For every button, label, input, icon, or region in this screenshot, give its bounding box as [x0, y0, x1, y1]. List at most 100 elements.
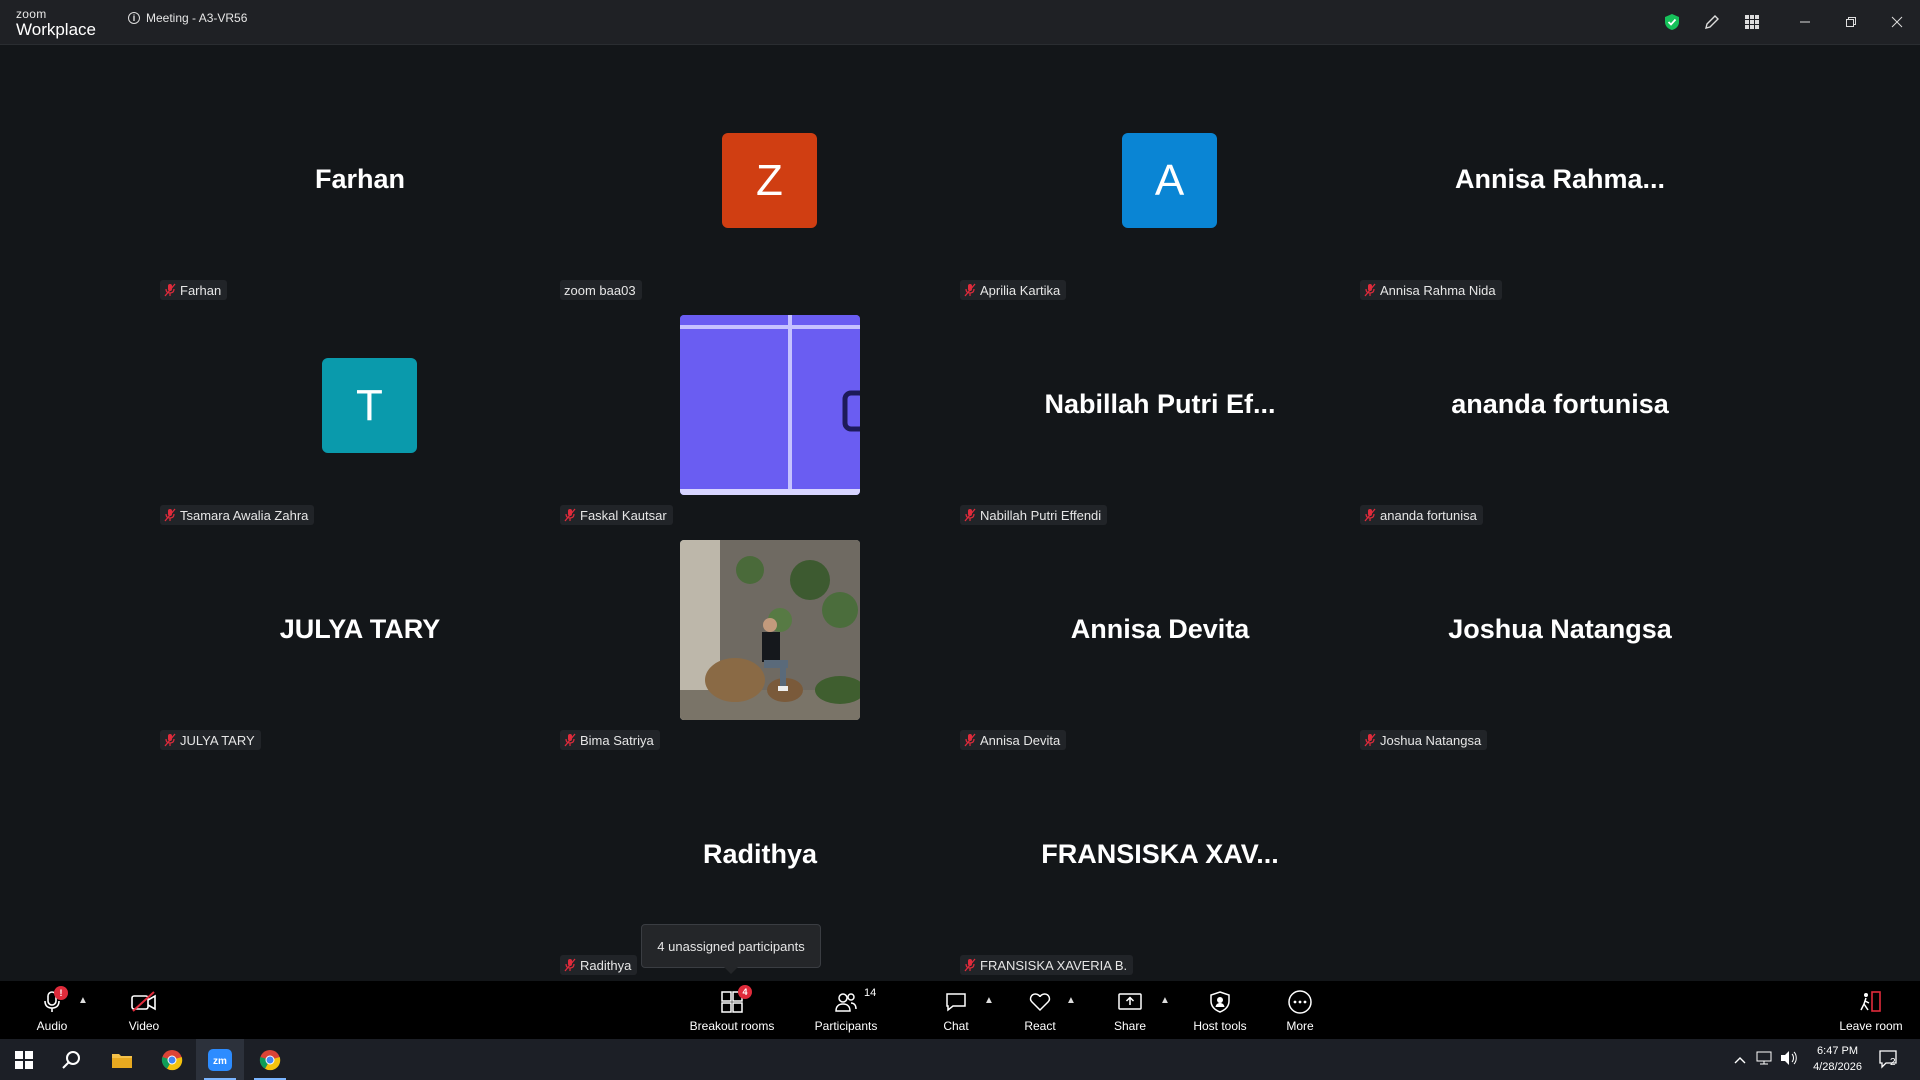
avatar: A — [1122, 133, 1217, 228]
logo-small-text: zoom — [16, 7, 47, 21]
clock-date: 4/28/2026 — [1813, 1061, 1862, 1073]
leave-room-icon — [1857, 989, 1885, 1015]
participant-label-text: Joshua Natangsa — [1380, 732, 1482, 748]
avatar: T — [322, 358, 417, 453]
restore-icon[interactable] — [1828, 0, 1874, 44]
participants-count: 14 — [864, 987, 877, 999]
share-options-caret-icon[interactable]: ▲ — [1160, 995, 1170, 1006]
meeting-info[interactable]: i Meeting - A3-VR56 — [128, 11, 247, 25]
chat-label: Chat — [943, 1019, 969, 1033]
avatar: Z — [722, 133, 817, 228]
participant-display-name: Nabillah Putri Ef... — [1044, 389, 1276, 419]
mic-muted-icon — [564, 958, 576, 972]
volume-icon[interactable] — [1780, 1050, 1798, 1071]
host-tools-shield-icon — [1206, 989, 1234, 1015]
participant-display-name: FRANSISKA XAV... — [1041, 839, 1279, 869]
audio-button[interactable]: ! Audio — [30, 981, 74, 1039]
participant-display-name: ananda fortunisa — [1451, 389, 1669, 419]
participant-display-name: JULYA TARY — [279, 614, 441, 644]
notification-count: 2 — [1890, 1057, 1896, 1068]
file-explorer-icon[interactable] — [98, 1039, 146, 1080]
participant-tile[interactable]: Annisa Rahma... Annisa Rahma Nida — [1360, 68, 1760, 300]
participants-button[interactable]: 14 Participants — [810, 981, 882, 1039]
participant-tile[interactable]: ananda fortunisa ananda fortunisa — [1360, 293, 1760, 525]
clock-time: 6:47 PM — [1817, 1045, 1859, 1057]
windows-start-icon[interactable] — [0, 1039, 48, 1080]
video-button[interactable]: Video — [122, 981, 166, 1039]
participant-label: JULYA TARY — [160, 730, 261, 750]
chrome-icon[interactable] — [148, 1039, 196, 1080]
heart-icon — [1026, 989, 1054, 1015]
meeting-title: Meeting - A3-VR56 — [146, 11, 248, 25]
participant-display-name: Farhan — [314, 164, 406, 194]
search-icon[interactable] — [48, 1039, 96, 1080]
leave-room-label: Leave room — [1839, 1019, 1903, 1033]
participant-video-purple — [680, 315, 860, 495]
apps-grid-icon[interactable] — [1732, 0, 1772, 44]
info-icon: i — [128, 12, 140, 24]
participant-tile[interactable]: T Tsamara Awalia Zahra — [160, 293, 560, 525]
more-label: More — [1286, 1019, 1314, 1033]
participant-label-text: JULYA TARY — [180, 732, 255, 748]
leave-room-button[interactable]: Leave room — [1836, 981, 1906, 1039]
security-shield-icon[interactable] — [1652, 0, 1692, 44]
participant-tile[interactable]: Bima Satriya — [560, 518, 960, 750]
breakout-label: Breakout rooms — [689, 1019, 775, 1033]
audio-warning-badge: ! — [54, 986, 68, 1000]
more-button[interactable]: More — [1280, 981, 1320, 1039]
participant-tile[interactable]: Joshua Natangsa Joshua Natangsa — [1360, 518, 1760, 750]
close-icon[interactable] — [1874, 0, 1920, 44]
more-dots-icon — [1286, 989, 1314, 1015]
windows-taskbar: zm 6:47 PM 4/28/2026 2 — [0, 1039, 1920, 1080]
participant-tile[interactable]: Faskal Kautsar — [560, 293, 960, 525]
participants-icon: 14 — [832, 987, 876, 1015]
participant-display-name: Annisa Rahma... — [1454, 164, 1666, 194]
chrome-profile-icon[interactable] — [246, 1039, 294, 1080]
chat-icon — [942, 989, 970, 1015]
participants-label: Participants — [814, 1019, 878, 1033]
minimize-icon[interactable] — [1782, 0, 1828, 44]
breakout-rooms-button[interactable]: 4 Breakout rooms — [684, 981, 780, 1039]
react-button[interactable]: React — [1020, 981, 1060, 1039]
participant-video-photo — [680, 540, 860, 720]
mic-muted-icon — [964, 958, 976, 972]
participant-tile[interactable]: A Aprilia Kartika — [960, 68, 1360, 300]
audio-label: Audio — [36, 1019, 68, 1033]
tooltip-arrow — [724, 967, 738, 974]
participant-tile[interactable]: JULYA TARY JULYA TARY — [160, 518, 560, 750]
zoom-logo: zoom Workplace — [16, 8, 96, 38]
zoom-taskbar-icon[interactable]: zm — [196, 1039, 244, 1080]
meeting-toolbar: ! Audio ▲ Video 4 Breakout rooms 14 Part… — [0, 981, 1920, 1039]
network-icon[interactable] — [1756, 1051, 1772, 1070]
microphone-icon: ! — [38, 986, 68, 1015]
chat-options-caret-icon[interactable]: ▲ — [984, 995, 994, 1006]
mic-muted-icon — [1364, 733, 1376, 747]
participant-tile[interactable]: FRANSISKA XAV... FRANSISKA XAVERIA B. — [960, 743, 1360, 975]
audio-options-caret-icon[interactable]: ▲ — [78, 995, 88, 1006]
host-tools-button[interactable]: Host tools — [1190, 981, 1250, 1039]
video-off-icon — [130, 989, 158, 1015]
participant-tile[interactable]: Annisa Devita Annisa Devita — [960, 518, 1360, 750]
breakout-rooms-icon: 4 — [718, 985, 752, 1015]
annotate-pencil-icon[interactable] — [1692, 0, 1732, 44]
participant-tile[interactable]: Nabillah Putri Ef... Nabillah Putri Effe… — [960, 293, 1360, 525]
react-label: React — [1024, 1019, 1056, 1033]
participant-tile[interactable]: Z zoom baa03 — [560, 68, 960, 300]
participant-tile[interactable]: Farhan Farhan — [160, 68, 560, 300]
react-options-caret-icon[interactable]: ▲ — [1066, 995, 1076, 1006]
tray-chevron-icon[interactable] — [1734, 1052, 1746, 1070]
share-button[interactable]: Share — [1110, 981, 1150, 1039]
chat-button[interactable]: Chat — [936, 981, 976, 1039]
svg-text:zm: zm — [213, 1056, 227, 1067]
share-screen-icon — [1116, 989, 1144, 1015]
mic-muted-icon — [164, 733, 176, 747]
system-clock[interactable]: 6:47 PM 4/28/2026 — [1813, 1043, 1862, 1075]
host-tools-label: Host tools — [1193, 1019, 1247, 1033]
participant-label-text: Radithya — [580, 957, 632, 973]
participant-display-name: Joshua Natangsa — [1448, 614, 1672, 644]
participant-label: Joshua Natangsa — [1360, 730, 1488, 750]
breakout-badge: 4 — [738, 985, 752, 999]
participant-label: FRANSISKA XAVERIA B. — [960, 955, 1134, 975]
notifications-icon[interactable]: 2 — [1878, 1049, 1898, 1074]
breakout-tooltip: 4 unassigned participants — [641, 924, 821, 968]
